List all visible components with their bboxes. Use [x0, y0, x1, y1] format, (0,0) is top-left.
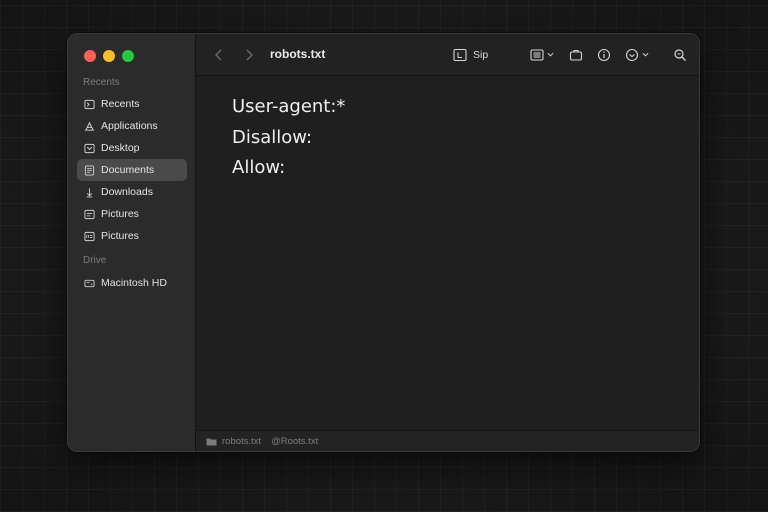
- finder-window: Recents Recents Applications Desktop Doc…: [67, 33, 700, 452]
- main-content: robots.txt Sip User-agent:* Disallow: Al…: [196, 34, 699, 451]
- sidebar-item-macintosh-hd[interactable]: Macintosh HD: [77, 272, 187, 294]
- sidebar-item-label: Pictures: [101, 230, 139, 242]
- chevron-down-icon: [639, 49, 649, 61]
- toolbar: robots.txt Sip: [196, 34, 699, 76]
- info-button[interactable]: [597, 46, 611, 64]
- search-icon: [674, 49, 686, 61]
- sidebar-item-downloads[interactable]: Downloads: [77, 181, 187, 203]
- applications-icon: [84, 121, 95, 132]
- sip-button[interactable]: Sip: [453, 46, 488, 64]
- chevron-right-icon: [246, 49, 253, 61]
- status-handle: @Roots.txt: [271, 435, 319, 447]
- folder-icon: [206, 438, 217, 445]
- harddrive-icon: [84, 278, 95, 289]
- window-title: robots.txt: [270, 47, 326, 61]
- recents-icon: [84, 99, 95, 110]
- sidebar-item-pictures[interactable]: Pictures: [77, 203, 187, 225]
- forward-button[interactable]: [242, 47, 256, 63]
- close-button[interactable]: [84, 50, 96, 62]
- status-file: robots.txt: [222, 435, 262, 447]
- search-button[interactable]: [673, 46, 687, 64]
- sip-icon: [453, 48, 467, 62]
- sidebar-item-label: Applications: [101, 120, 158, 132]
- sidebar-item-label: Recents: [101, 98, 140, 110]
- view-options-button[interactable]: [530, 46, 554, 64]
- sidebar-section-drive: Drive: [83, 255, 107, 266]
- sidebar-item-label: Documents: [101, 164, 155, 176]
- zoom-button[interactable]: [122, 50, 134, 62]
- desktop-icon: [84, 143, 95, 154]
- sidebar-item-label: Downloads: [101, 186, 153, 198]
- pictures-icon: [84, 209, 95, 220]
- sidebar-item-applications[interactable]: Applications: [77, 115, 187, 137]
- downloads-icon: [84, 187, 95, 198]
- sidebar-item-desktop[interactable]: Desktop: [77, 137, 187, 159]
- briefcase-icon: [569, 49, 583, 61]
- more-button[interactable]: [625, 46, 649, 64]
- sidebar-item-pictures-2[interactable]: Pictures: [77, 225, 187, 247]
- share-button[interactable]: [569, 46, 583, 64]
- documents-icon: [84, 164, 95, 176]
- chevron-down-icon: [544, 49, 554, 61]
- sidebar-item-label: Pictures: [101, 208, 139, 220]
- sidebar-item-label: Desktop: [101, 142, 140, 154]
- back-button[interactable]: [212, 47, 226, 63]
- list-view-icon: [530, 49, 544, 61]
- sidebar-item-label: Macintosh HD: [101, 277, 167, 289]
- editor-line: User-agent:*: [232, 96, 346, 117]
- status-bar: robots.txt @Roots.txt: [196, 430, 699, 451]
- sidebar-section-recents: Recents: [83, 77, 120, 88]
- editor-line: Allow:: [232, 157, 286, 178]
- info-icon: [597, 48, 611, 62]
- minimize-button[interactable]: [103, 50, 115, 62]
- sidebar: Recents Recents Applications Desktop Doc…: [68, 34, 196, 451]
- window-controls: [84, 50, 134, 62]
- editor-line: Disallow:: [232, 126, 313, 148]
- text-editor[interactable]: User-agent:* Disallow: Allow:: [232, 92, 679, 184]
- sidebar-item-documents[interactable]: Documents: [77, 159, 187, 181]
- chevron-left-icon: [215, 49, 222, 61]
- sidebar-item-recents[interactable]: Recents: [77, 93, 187, 115]
- pictures-icon: [84, 231, 95, 242]
- sip-label: Sip: [473, 49, 489, 61]
- ellipsis-circle-icon: [625, 48, 639, 62]
